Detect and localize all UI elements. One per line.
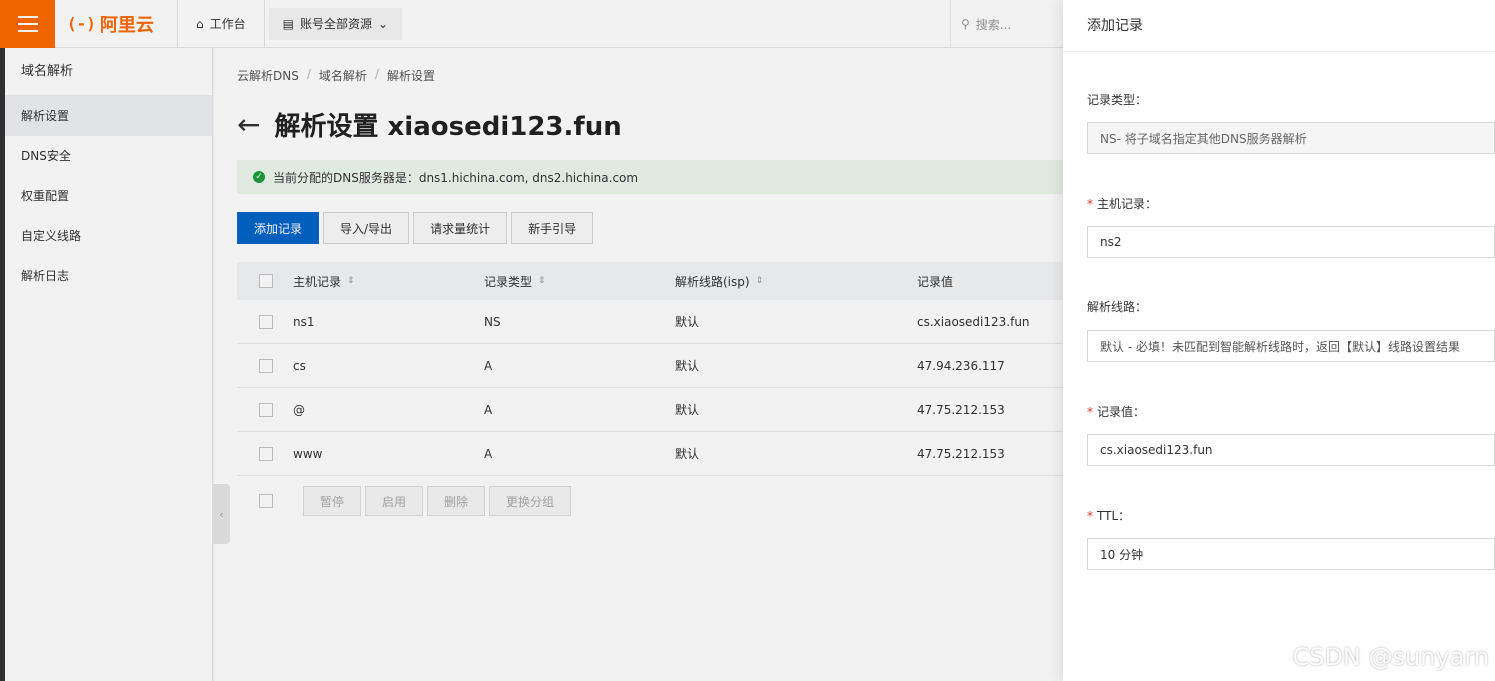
drawer-backdrop[interactable] [0, 0, 1063, 681]
resolve-line-select[interactable]: 默认 - 必填！未匹配到智能解析线路时，返回【默认】线路设置结果 [1087, 330, 1495, 362]
required-mark: * [1087, 405, 1093, 419]
ttl-select[interactable]: 10 分钟 [1087, 538, 1495, 570]
csdn-watermark: CSDN @sunyarn [1292, 643, 1489, 671]
drawer-title: 添加记录 [1063, 0, 1495, 52]
record-type-select[interactable]: NS- 将子域名指定其他DNS服务器解析 [1087, 122, 1495, 154]
add-record-drawer: 添加记录 记录类型： NS- 将子域名指定其他DNS服务器解析 * 主机记录： n… [1063, 0, 1495, 681]
resolve-line-label: 解析线路： [1087, 300, 1148, 314]
required-mark: * [1087, 509, 1093, 523]
ttl-label-text: TTL： [1097, 509, 1131, 523]
required-mark: * [1087, 197, 1093, 211]
ttl-label: * TTL： [1087, 507, 1130, 524]
record-value-label-text: 记录值： [1097, 405, 1146, 419]
host-record-label-text: 主机记录： [1097, 197, 1158, 211]
host-record-label: * 主机记录： [1087, 195, 1157, 212]
host-record-input[interactable]: ns2 [1087, 226, 1495, 258]
record-value-label: * 记录值： [1087, 403, 1145, 420]
record-type-label: 记录类型： [1087, 93, 1148, 107]
record-value-input[interactable]: cs.xiaosedi123.fun [1087, 434, 1495, 466]
